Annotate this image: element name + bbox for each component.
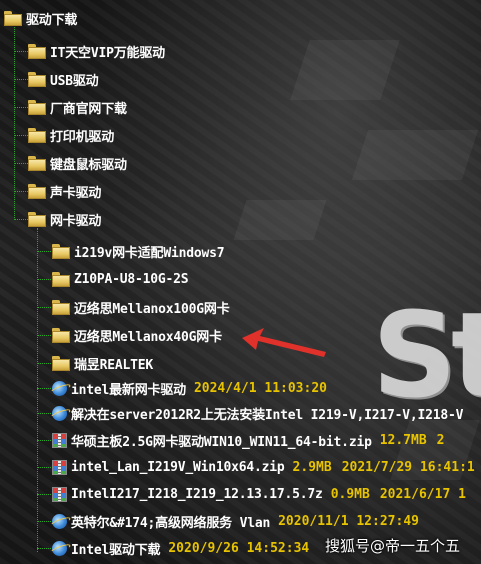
archive-icon — [52, 432, 67, 448]
folder-open-icon — [4, 10, 22, 26]
background-logo: St — [372, 286, 481, 424]
folder-icon — [28, 71, 46, 87]
file-date: 2020/11/1 12:27:49 — [278, 513, 419, 529]
folder-icon — [28, 99, 46, 115]
folder-icon — [52, 243, 70, 259]
file-name: IntelI217_I218_I219_12.13.17.5.7z — [71, 486, 323, 502]
tree-line — [14, 163, 28, 164]
background-shape — [233, 200, 327, 240]
file-link[interactable]: intel_Lan_I219V_Win10x64.zip 2.9MB 2021/… — [52, 456, 475, 478]
file-name: intel最新网卡驱动 — [71, 382, 186, 398]
background-shape — [290, 40, 400, 100]
tree-folder[interactable]: IT天空VIP万能驱动 — [28, 40, 165, 62]
folder-icon — [28, 183, 46, 199]
tree-line — [37, 251, 51, 252]
ie-icon — [52, 405, 67, 421]
tree-line — [37, 335, 51, 336]
tree-subfolder-highlighted[interactable]: 迈络思Mellanox40G网卡 — [52, 324, 222, 346]
arrow-annotation-icon — [242, 328, 326, 357]
file-link[interactable]: 解决在server2012R2上无法安装Intel I219-V,I217-V,… — [52, 402, 463, 424]
tree-subfolder[interactable]: 迈络思Mellanox100G网卡 — [52, 296, 230, 318]
file-link[interactable]: intel最新网卡驱动 2024/4/1 11:03:20 — [52, 377, 327, 399]
file-size: 0.9MB — [330, 486, 370, 502]
folder-icon — [52, 355, 70, 371]
tree-folder-label: 网卡驱动 — [50, 213, 102, 229]
tree-line — [14, 219, 28, 220]
tree-subfolder[interactable]: 瑞昱REALTEK — [52, 352, 153, 374]
file-date: 2021/6/17 1 — [379, 486, 466, 502]
tree-line — [37, 279, 51, 280]
ie-icon — [52, 513, 67, 529]
tree-folder-expanded[interactable]: 网卡驱动 — [28, 208, 101, 230]
tree-line — [37, 307, 51, 308]
tree-folder-label: 厂商官网下载 — [50, 101, 127, 117]
tree-folder[interactable]: USB驱动 — [28, 68, 99, 90]
watermark: 搜狐号@帝一五个五 — [325, 537, 461, 555]
tree-line — [14, 107, 28, 108]
folder-icon — [52, 271, 70, 287]
folder-icon — [28, 43, 46, 59]
tree-line — [37, 467, 51, 468]
tree-folder[interactable]: 声卡驱动 — [28, 180, 101, 202]
tree-line — [37, 228, 38, 552]
ie-icon — [52, 380, 67, 396]
tree-line — [37, 388, 51, 389]
tree-line — [37, 494, 51, 495]
tree-line — [37, 440, 51, 441]
tree-line — [37, 521, 51, 522]
folder-icon — [52, 327, 70, 343]
file-name: Intel驱动下载 — [71, 542, 161, 558]
tree-line — [14, 191, 28, 192]
tree-folder-label: 打印机驱动 — [50, 129, 115, 145]
tree-line — [14, 79, 28, 80]
file-link[interactable]: 英特尔&#174;高级网络服务 Vlan 2020/11/1 12:27:49 — [52, 510, 419, 532]
page: St 驱动下载 IT天空VIP万能驱动 USB驱动 厂商官网下载 打印机驱动 键… — [0, 0, 481, 564]
tree-subfolder-label: Z10PA-U8-10G-2S — [74, 271, 189, 287]
tree-folder-label: USB驱动 — [50, 73, 99, 89]
file-size: 12.7MB — [379, 432, 427, 448]
tree-subfolder[interactable]: Z10PA-U8-10G-2S — [52, 268, 189, 290]
folder-open-icon — [28, 211, 46, 227]
file-date: 2021/7/29 16:41:1 — [341, 459, 475, 475]
tree-line — [14, 51, 28, 52]
file-size: 2.9MB — [292, 459, 332, 475]
tree-root[interactable]: 驱动下载 — [4, 7, 77, 29]
tree-line — [14, 135, 28, 136]
folder-icon — [28, 127, 46, 143]
tree-root-label: 驱动下载 — [26, 12, 78, 28]
archive-icon — [52, 486, 67, 502]
background-shape — [351, 130, 479, 180]
file-name: 华硕主板2.5G网卡驱动WIN10_WIN11_64-bit.zip — [71, 434, 372, 450]
tree-folder-label: IT天空VIP万能驱动 — [50, 45, 165, 61]
tree-subfolder-label: i219v网卡适配Windows7 — [74, 245, 225, 261]
tree-subfolder-label: 迈络思Mellanox100G网卡 — [74, 301, 230, 317]
tree-folder[interactable]: 键盘鼠标驱动 — [28, 152, 127, 174]
tree-folder[interactable]: 打印机驱动 — [28, 124, 114, 146]
file-link[interactable]: 华硕主板2.5G网卡驱动WIN10_WIN11_64-bit.zip 12.7M… — [52, 429, 445, 451]
tree-line — [37, 413, 51, 414]
file-name: intel_Lan_I219V_Win10x64.zip — [71, 459, 285, 475]
tree-subfolder-label: 迈络思Mellanox40G网卡 — [74, 329, 222, 345]
tree-folder-label: 键盘鼠标驱动 — [50, 157, 127, 173]
folder-icon — [28, 155, 46, 171]
file-link[interactable]: Intel驱动下载 2020/9/26 14:52:34 — [52, 537, 309, 559]
file-date: 2 — [436, 432, 445, 448]
tree-subfolder[interactable]: i219v网卡适配Windows7 — [52, 240, 225, 262]
file-link[interactable]: IntelI217_I218_I219_12.13.17.5.7z 0.9MB … — [52, 483, 466, 505]
tree-subfolder-label: 瑞昱REALTEK — [74, 357, 153, 373]
tree-folder[interactable]: 厂商官网下载 — [28, 96, 127, 118]
file-date: 2024/4/1 11:03:20 — [193, 380, 327, 396]
tree-folder-label: 声卡驱动 — [50, 185, 102, 201]
file-name: 解决在server2012R2上无法安装Intel I219-V,I217-V,… — [71, 407, 464, 423]
file-name: 英特尔&#174;高级网络服务 Vlan — [71, 515, 271, 531]
folder-icon — [52, 299, 70, 315]
file-date: 2020/9/26 14:52:34 — [168, 540, 310, 556]
tree-line — [37, 363, 51, 364]
tree-line — [37, 548, 51, 549]
ie-icon — [52, 540, 67, 556]
archive-icon — [52, 459, 67, 475]
